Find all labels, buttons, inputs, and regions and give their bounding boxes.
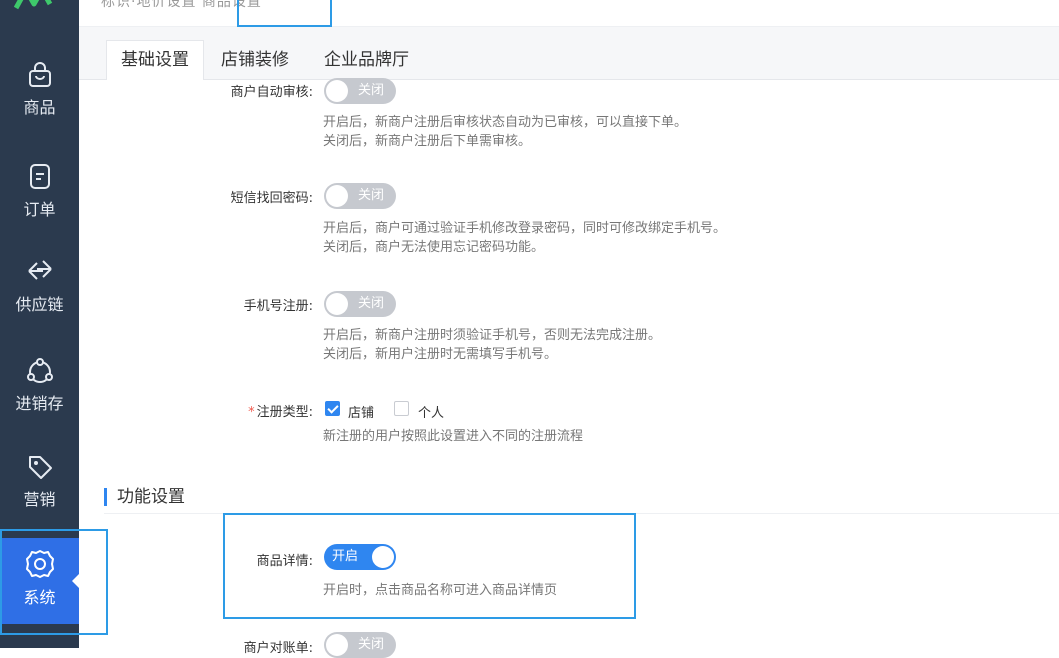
sidebar-item-label: 商品: [23, 98, 56, 117]
register-type-label: * 注册类型:: [248, 401, 313, 420]
switch-knob: [326, 185, 348, 207]
breadcrumb: 标识·地价设置 商品设置: [101, 0, 262, 10]
sidebar-item-products[interactable]: 商品: [0, 60, 79, 140]
register-type-store-checkbox[interactable]: [325, 401, 340, 416]
sidebar-item-supply-chain[interactable]: 供应链: [0, 257, 79, 337]
register-type-store-label: 店铺: [348, 406, 375, 421]
shopping-bag-icon: [28, 62, 51, 87]
switch-text: 关闭: [357, 637, 384, 652]
switch-knob: [326, 80, 348, 102]
tab-basic-settings[interactable]: 基础设置: [106, 40, 204, 80]
gear-icon: [25, 550, 54, 578]
phone-register-desc-on: 开启后，新商户注册时须验证手机号，否则无法完成注册。: [323, 328, 662, 343]
feature-settings-title: 功能设置: [104, 488, 185, 506]
sidebar-item-marketing[interactable]: 营销: [0, 452, 79, 532]
tag-icon: [28, 456, 52, 479]
switch-text: 关闭: [357, 83, 384, 98]
switch-knob: [326, 634, 348, 656]
sidebar-item-system[interactable]: 系统: [0, 538, 79, 624]
sms-password-desc-on: 开启后，商户可通过验证手机修改登录密码，同时可修改绑定手机号。: [323, 221, 727, 236]
phone-register-label: 手机号注册:: [243, 299, 313, 314]
phone-register-switch[interactable]: 关闭: [324, 291, 396, 317]
product-detail-switch[interactable]: 开启: [324, 544, 396, 570]
register-type-desc: 新注册的用户按照此设置进入不同的注册流程: [323, 429, 584, 444]
sidebar: 商品 订单 供应链 进销存 营销 系统: [0, 0, 79, 648]
sms-password-label: 短信找回密码:: [230, 191, 313, 206]
phone-register-desc-off: 关闭后，新用户注册时无需填写手机号。: [323, 347, 558, 362]
section-divider: [104, 513, 1059, 514]
switch-text: 关闭: [357, 188, 384, 203]
app-logo: [14, 0, 53, 10]
product-detail-label: 商品详情:: [256, 554, 313, 569]
register-type-label-text: 注册类型:: [256, 405, 313, 420]
sidebar-item-orders[interactable]: 订单: [0, 162, 79, 242]
auto-audit-switch[interactable]: 关闭: [324, 78, 396, 104]
sms-password-switch[interactable]: 关闭: [324, 183, 396, 209]
auto-audit-label: 商户自动审核:: [230, 85, 313, 100]
register-type-personal-label: 个人: [418, 406, 445, 421]
sms-password-desc-off: 关闭后，商户无法使用忘记密码功能。: [323, 240, 545, 255]
required-mark: *: [248, 405, 255, 420]
tab-store-decoration[interactable]: 店铺装修: [207, 41, 303, 79]
switch-text: 关闭: [357, 296, 384, 311]
auto-audit-desc-off: 关闭后，新商户注册后下单需审核。: [323, 134, 532, 149]
switch-knob: [326, 293, 348, 315]
switch-text: 开启: [332, 549, 359, 564]
sidebar-item-inventory[interactable]: 进销存: [0, 356, 79, 436]
sidebar-item-label: 系统: [23, 588, 56, 607]
order-doc-icon: [29, 164, 50, 189]
exchange-arrows-icon: [27, 260, 52, 280]
top-header: 标识·地价设置 商品设置: [79, 0, 1059, 27]
sidebar-item-label: 营销: [23, 490, 56, 509]
sidebar-item-label: 供应链: [15, 295, 64, 314]
sidebar-item-label: 进销存: [15, 394, 64, 413]
inventory-cycle-icon: [26, 358, 53, 383]
merchant-statement-switch[interactable]: 关闭: [324, 632, 396, 658]
register-type-personal-checkbox[interactable]: [394, 401, 409, 416]
merchant-statement-label: 商户对账单:: [243, 641, 313, 656]
switch-knob: [372, 546, 394, 568]
settings-tabs: 基础设置 店铺装修 企业品牌厅: [79, 27, 1059, 80]
sidebar-item-label: 订单: [23, 200, 56, 219]
product-detail-desc: 开启时，点击商品名称可进入商品详情页: [323, 583, 558, 598]
auto-audit-desc-on: 开启后，新商户注册后审核状态自动为已审核，可以直接下单。: [323, 115, 688, 130]
tab-enterprise-brand-hall[interactable]: 企业品牌厅: [310, 41, 423, 79]
